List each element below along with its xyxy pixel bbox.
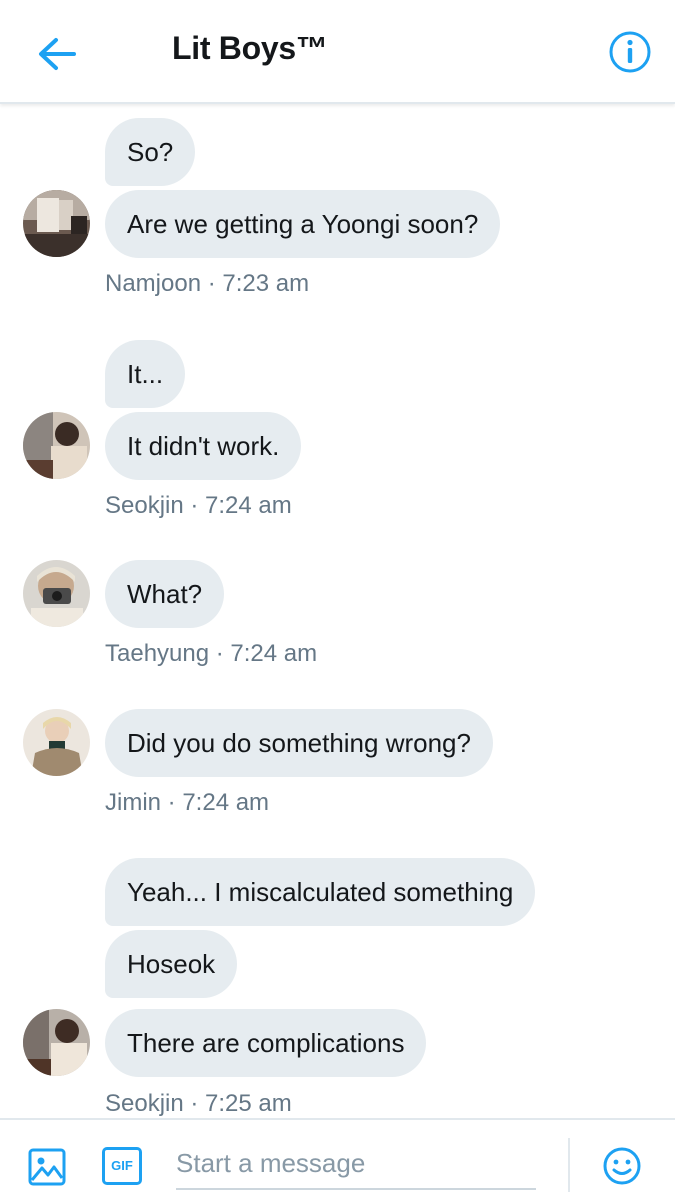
- conversation-title: Lit Boys™: [172, 30, 328, 66]
- message-bubble[interactable]: Hoseok: [105, 930, 238, 998]
- message-thread[interactable]: So? Are we getting a Yoongi soon? Namjoo…: [0, 106, 675, 1118]
- info-circle-icon[interactable]: [608, 30, 652, 74]
- message-bubble[interactable]: There are complications: [105, 1009, 427, 1077]
- message-meta: Jimin · 7:24 am: [105, 789, 270, 816]
- avatar[interactable]: [23, 560, 90, 627]
- message-meta: Namjoon · 7:23 am: [105, 270, 310, 297]
- message-bubble[interactable]: It didn't work.: [105, 412, 302, 480]
- image-icon[interactable]: [28, 1148, 66, 1186]
- message-bubble[interactable]: It...: [105, 340, 186, 408]
- message-composer: GIF: [0, 1118, 675, 1200]
- message-bubble[interactable]: What?: [105, 560, 225, 628]
- message-bubble[interactable]: Are we getting a Yoongi soon?: [105, 190, 501, 258]
- composer-divider: [568, 1138, 570, 1192]
- arrow-left-icon[interactable]: [36, 34, 78, 74]
- message-bubble[interactable]: So?: [105, 118, 196, 186]
- avatar[interactable]: [23, 190, 90, 257]
- message-input[interactable]: [176, 1138, 536, 1190]
- message-meta: Taehyung · 7:24 am: [105, 640, 318, 667]
- avatar[interactable]: [23, 709, 90, 776]
- avatar[interactable]: [23, 1009, 90, 1076]
- gif-button[interactable]: GIF: [102, 1147, 142, 1185]
- message-meta: Seokjin · 7:25 am: [105, 1090, 292, 1117]
- message-bubble[interactable]: Did you do something wrong?: [105, 709, 493, 777]
- avatar[interactable]: [23, 412, 90, 479]
- smiley-icon[interactable]: [602, 1146, 642, 1186]
- message-bubble[interactable]: Yeah... I miscalculated something: [105, 858, 536, 926]
- message-meta: Seokjin · 7:24 am: [105, 492, 292, 519]
- conversation-header: Lit Boys™: [0, 0, 675, 104]
